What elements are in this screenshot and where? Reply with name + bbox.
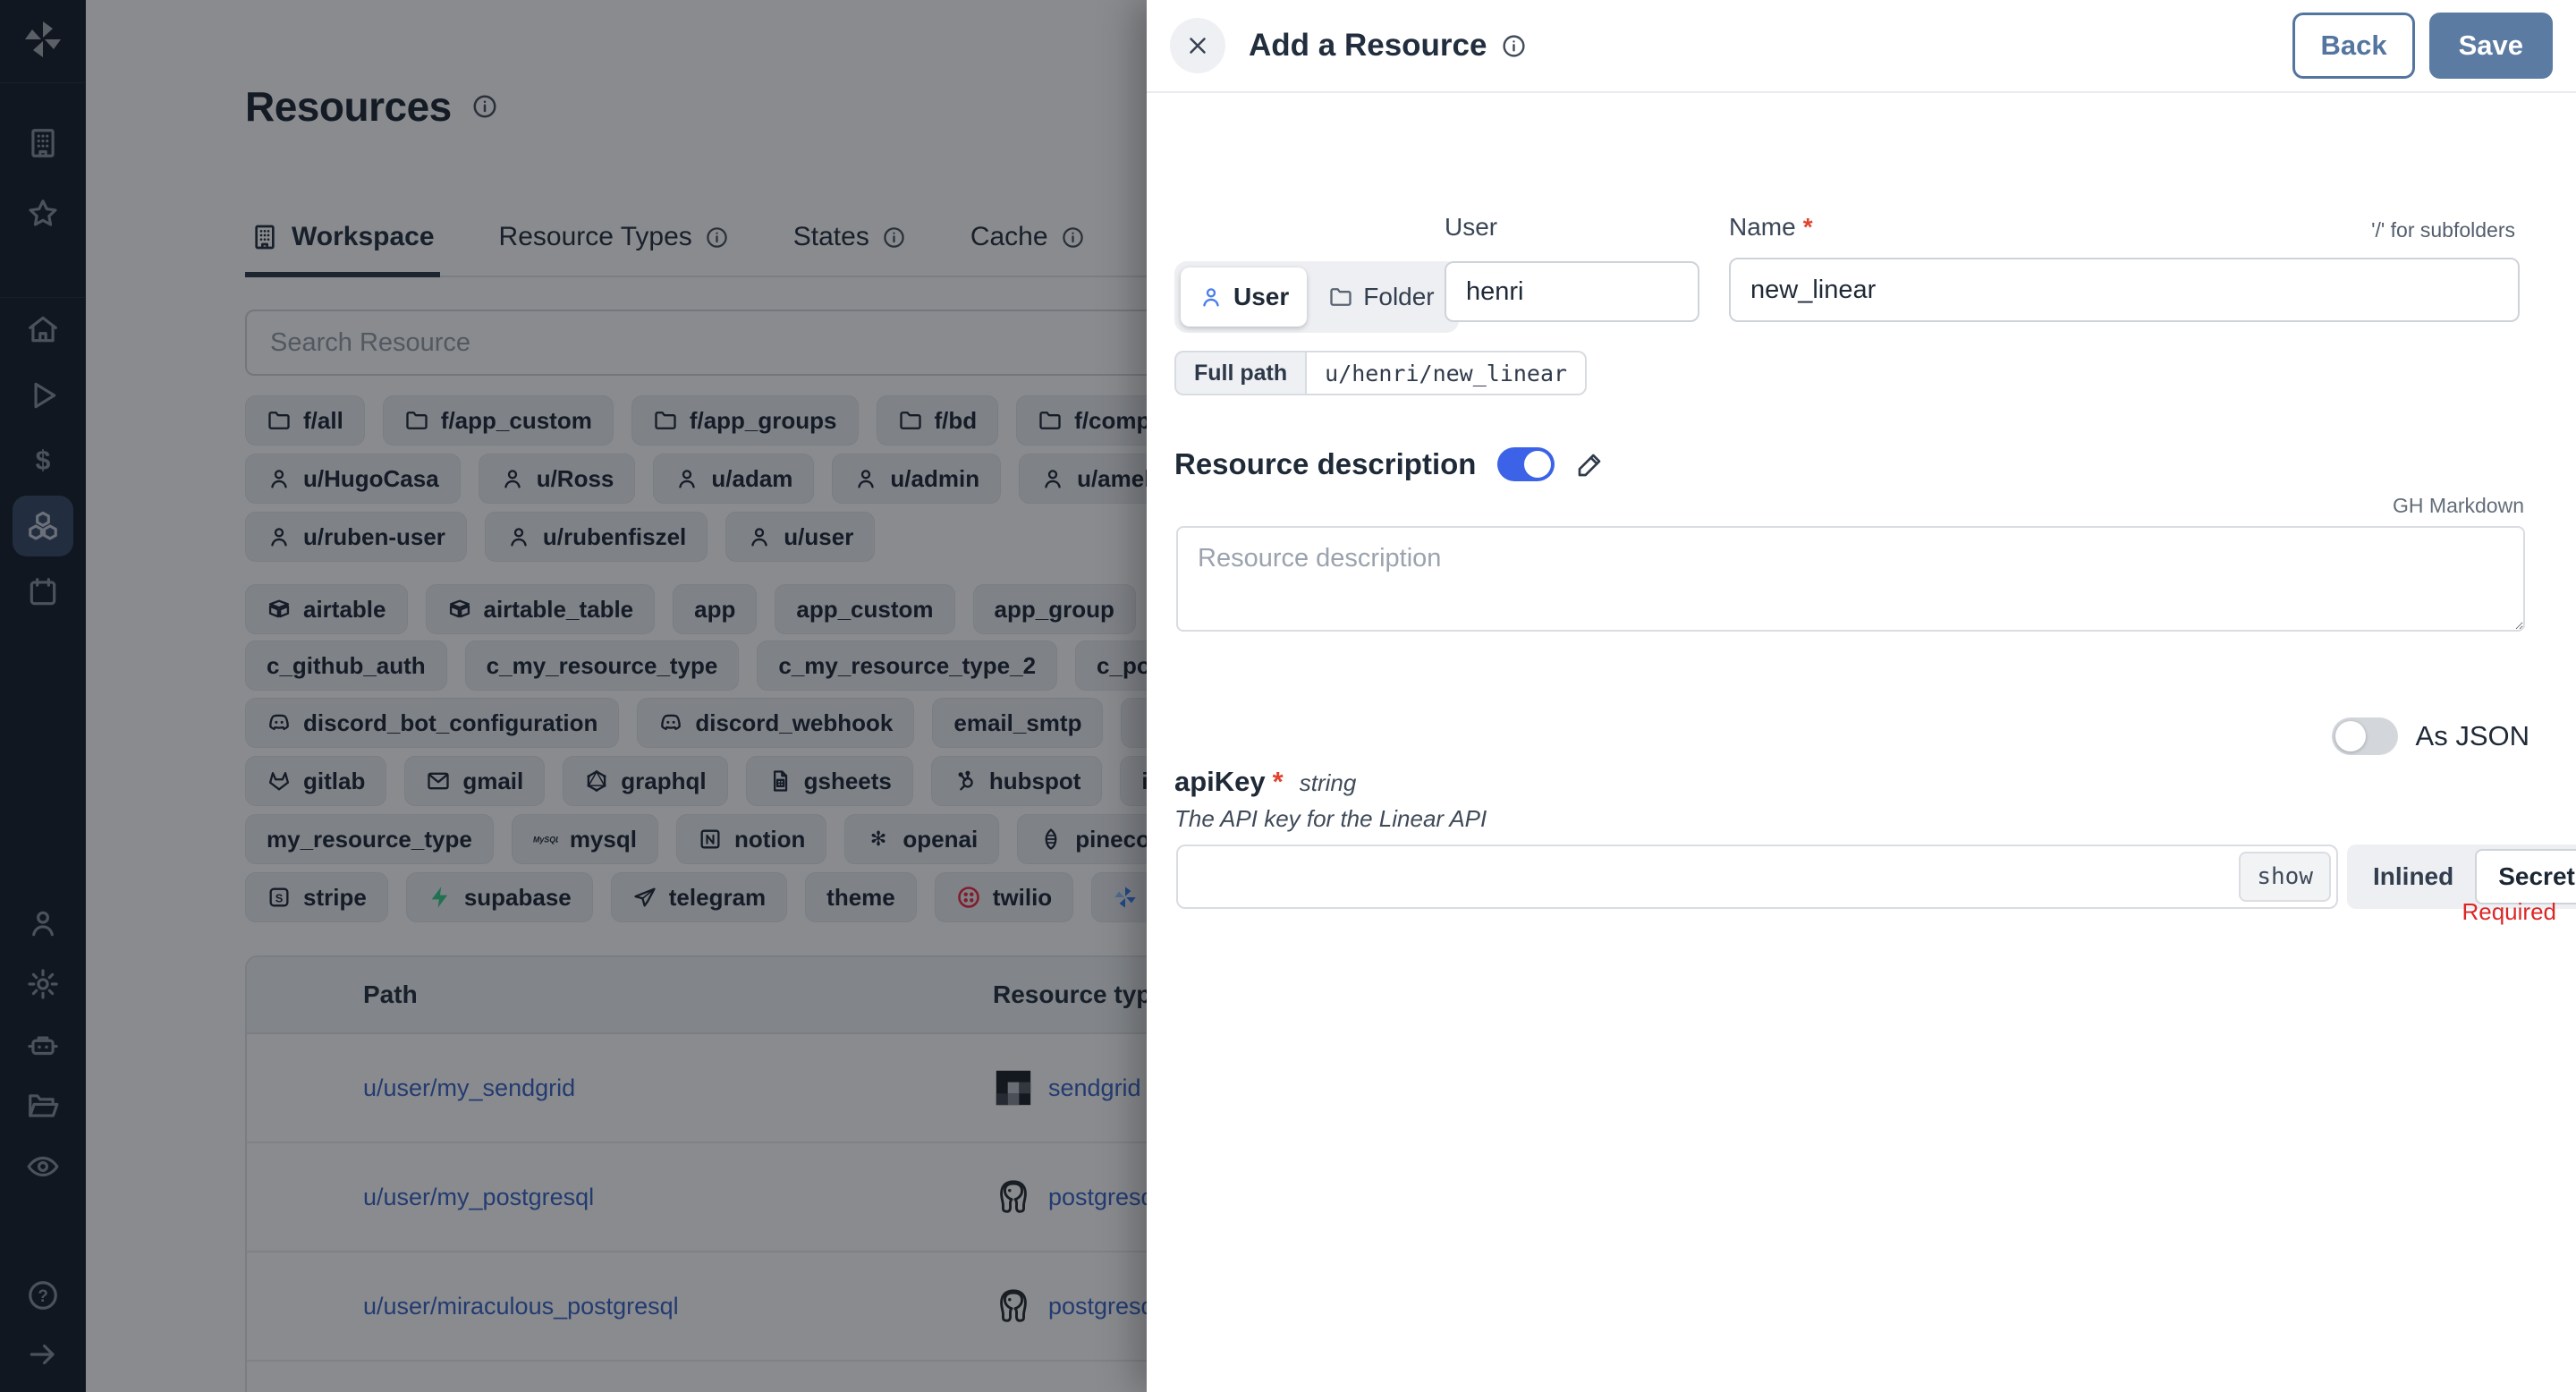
description-heading: Resource description bbox=[1174, 447, 1476, 481]
drawer-header: Add a Resource Back Save bbox=[1147, 0, 2576, 93]
field-name-heading: apiKey*string bbox=[1174, 766, 1356, 798]
required-asterisk: * bbox=[1273, 766, 1284, 797]
description-toggle[interactable] bbox=[1497, 447, 1555, 481]
user-field-label: User bbox=[1445, 213, 1497, 242]
close-icon bbox=[1184, 32, 1211, 59]
api-key-input[interactable] bbox=[1176, 845, 2338, 909]
owner-kind-user-button[interactable]: User bbox=[1181, 267, 1307, 327]
required-note: Required bbox=[2462, 898, 2556, 926]
description-textarea[interactable] bbox=[1176, 526, 2525, 632]
close-button[interactable] bbox=[1170, 18, 1225, 73]
inlined-button[interactable]: Inlined bbox=[2351, 849, 2475, 904]
as-json-label: As JSON bbox=[2416, 720, 2529, 752]
owner-kind-folder-button[interactable]: Folder bbox=[1310, 267, 1452, 327]
subfolder-hint: '/' for subfolders bbox=[2371, 218, 2515, 242]
folder-icon bbox=[1328, 284, 1353, 310]
full-path-badge: Full path u/henri/new_linear bbox=[1174, 351, 1587, 395]
secret-button[interactable]: Secret bbox=[2475, 849, 2576, 904]
save-button[interactable]: Save bbox=[2429, 13, 2553, 79]
as-json-toggle[interactable] bbox=[2332, 717, 2398, 755]
field-type: string bbox=[1300, 769, 1357, 796]
field-description: The API key for the Linear API bbox=[1174, 805, 1487, 833]
pencil-icon[interactable] bbox=[1576, 450, 1605, 479]
drawer-title: Add a Resource bbox=[1249, 28, 1487, 64]
person-icon bbox=[1199, 284, 1224, 310]
info-icon[interactable] bbox=[1501, 33, 1527, 59]
back-button[interactable]: Back bbox=[2292, 13, 2414, 79]
show-password-button[interactable]: show bbox=[2239, 852, 2331, 902]
name-input[interactable] bbox=[1729, 258, 2520, 322]
owner-kind-toggle: User Folder bbox=[1174, 261, 1459, 333]
user-input[interactable] bbox=[1445, 261, 1699, 322]
full-path-value: u/henri/new_linear bbox=[1305, 351, 1587, 395]
full-path-label: Full path bbox=[1174, 351, 1305, 395]
required-asterisk: * bbox=[1803, 213, 1813, 241]
markdown-hint: GH Markdown bbox=[2393, 494, 2524, 518]
add-resource-drawer: Add a Resource Back Save User Name* '/' … bbox=[1147, 0, 2576, 1392]
name-field-label: Name* bbox=[1729, 213, 1813, 242]
